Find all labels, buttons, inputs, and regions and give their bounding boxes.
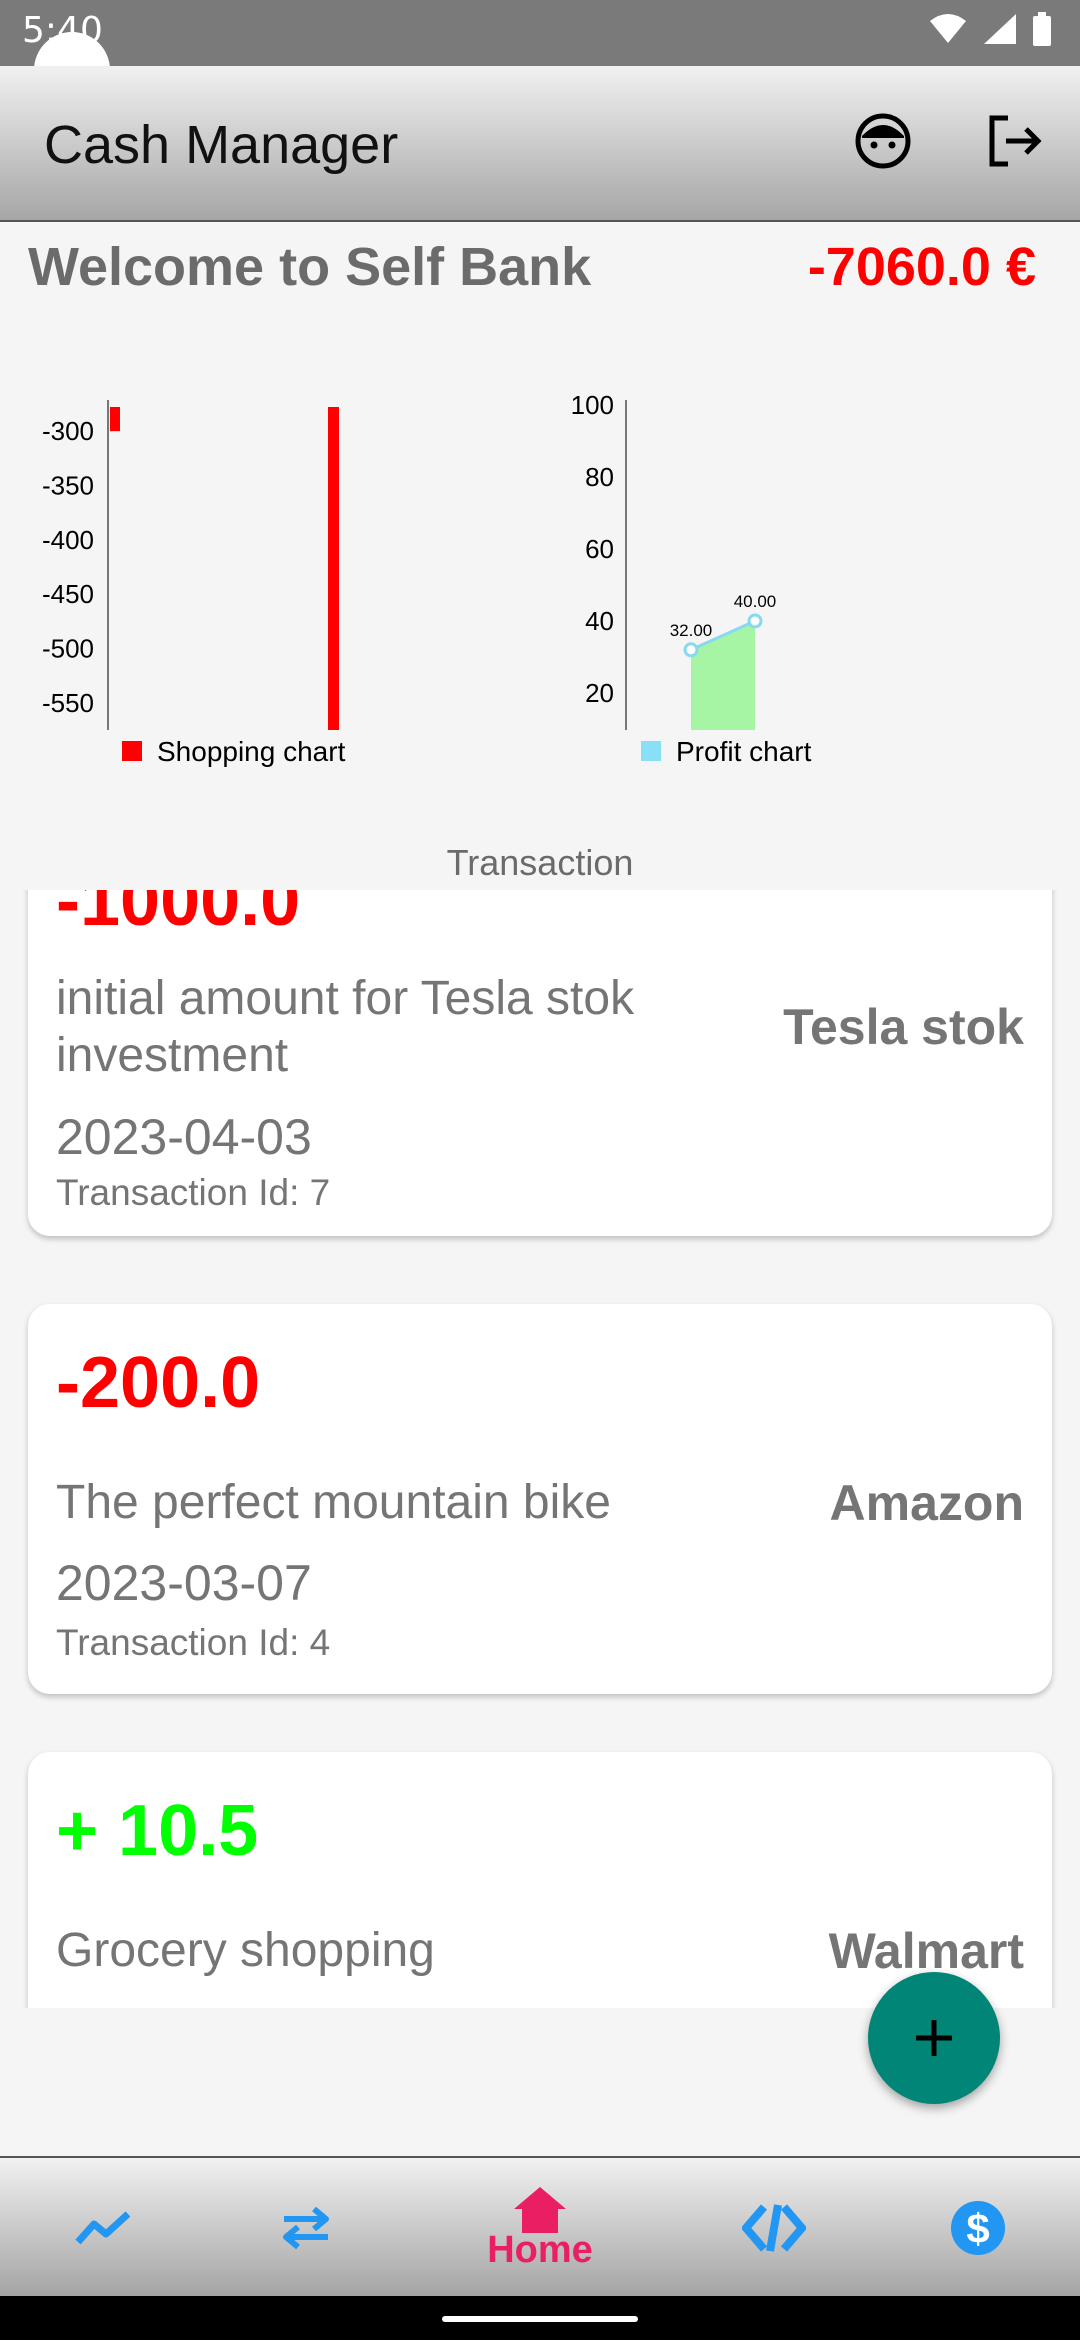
app-bar: Cash Manager — [0, 66, 1080, 222]
bar — [328, 407, 339, 730]
signal-icon — [984, 14, 1016, 44]
legend-swatch — [641, 741, 661, 761]
y-tick-label: -300 — [42, 416, 94, 446]
y-tick-label: 80 — [585, 462, 614, 492]
data-point — [747, 613, 763, 629]
transaction-header: Transaction — [446, 842, 634, 883]
profit-chart: 20 40 60 80 100 32.00 40.00 Profit chart — [571, 390, 812, 767]
transaction-list[interactable]: -1000.0 initial amount for Tesla stok in… — [0, 890, 1080, 2008]
transaction-merchant: Tesla stok — [783, 999, 1024, 1055]
legend-label: Profit chart — [676, 736, 812, 767]
nav-item-stats[interactable] — [54, 2158, 154, 2298]
home-gesture-handle[interactable] — [442, 2316, 638, 2322]
add-transaction-button[interactable] — [868, 1972, 1000, 2104]
dollar-icon: $ — [951, 2201, 1005, 2255]
bottom-navigation: Home $ — [0, 2156, 1080, 2298]
legend-label: Shopping chart — [157, 736, 346, 767]
profile-face-icon[interactable] — [848, 106, 918, 176]
y-tick-label: -500 — [42, 634, 94, 664]
nav-label-home: Home — [487, 2228, 593, 2271]
welcome-text: Welcome to Self Bank — [28, 237, 592, 297]
wifi-icon — [930, 14, 966, 43]
transaction-amount: -1000.0 — [56, 890, 301, 941]
transaction-id: Transaction Id: 7 — [56, 1172, 331, 1213]
data-label: 40.00 — [734, 592, 777, 611]
transaction-date: 2023-03-07 — [56, 1555, 312, 1611]
transaction-id: Transaction Id: 4 — [56, 1622, 331, 1663]
transaction-date: 2023-04-03 — [56, 1109, 312, 1165]
transaction-amount: -200.0 — [56, 1343, 261, 1423]
data-label: 32.00 — [670, 621, 713, 640]
nav-item-budget[interactable]: $ — [928, 2158, 1028, 2298]
transaction-card[interactable]: + 10.5 Grocery shopping Walmart — [28, 1752, 1052, 2008]
y-tick-label: 60 — [585, 534, 614, 564]
nav-item-code[interactable] — [724, 2158, 824, 2298]
legend-swatch — [122, 741, 142, 761]
transaction-description: The perfect mountain bike — [56, 1476, 611, 1529]
battery-icon — [1033, 12, 1051, 46]
transaction-description: initial amount for Tesla stok investment — [56, 972, 635, 1082]
y-tick-label: -400 — [42, 525, 94, 555]
transaction-description: Grocery shopping — [56, 1924, 435, 1977]
y-tick-label: -350 — [42, 471, 94, 501]
balance-amount: -7060.0 € — [807, 237, 1036, 297]
logout-icon[interactable] — [980, 106, 1050, 176]
transaction-amount: + 10.5 — [56, 1791, 259, 1871]
swap-arrows-icon — [283, 2206, 329, 2250]
y-tick-label: 100 — [571, 390, 614, 420]
system-navigation-bar — [0, 2296, 1080, 2340]
y-tick-label: -550 — [42, 688, 94, 718]
y-tick-label: 20 — [585, 678, 614, 708]
trend-chart-icon — [75, 2211, 131, 2245]
shopping-chart: -300 -350 -400 -450 -500 -550 Shopping chart — [42, 400, 346, 767]
bar — [110, 407, 120, 432]
transaction-merchant: Walmart — [828, 1923, 1024, 1979]
svg-text:$: $ — [966, 2205, 989, 2252]
transaction-card[interactable]: -1000.0 initial amount for Tesla stok in… — [28, 890, 1052, 1236]
nav-item-home[interactable]: Home — [470, 2158, 610, 2298]
y-tick-label: 40 — [585, 606, 614, 636]
status-bar: 5:40 — [0, 0, 1080, 66]
nav-item-transfers[interactable] — [256, 2158, 356, 2298]
y-tick-label: -450 — [42, 579, 94, 609]
app-title: Cash Manager — [44, 115, 399, 175]
status-icons — [928, 12, 1052, 46]
home-icon — [514, 2186, 566, 2233]
plus-icon — [916, 2020, 952, 2056]
transaction-card[interactable]: -200.0 The perfect mountain bike Amazon … — [28, 1304, 1052, 1694]
data-point — [683, 642, 699, 658]
charts-area: -300 -350 -400 -450 -500 -550 Shopping chart 2… — [42, 390, 812, 767]
code-icon — [742, 2204, 806, 2252]
transaction-merchant: Amazon — [829, 1475, 1024, 1531]
